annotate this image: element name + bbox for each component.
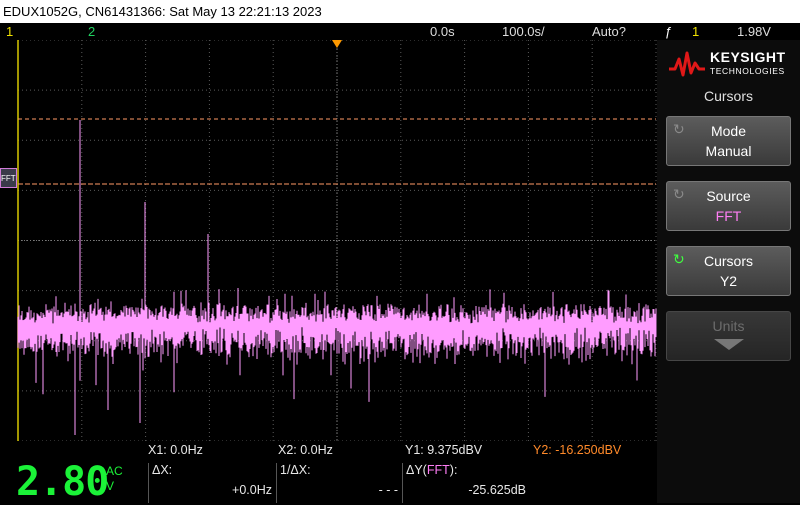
cursor-x2-readout: X2: 0.0Hz xyxy=(278,443,333,457)
waveform-graticule xyxy=(17,40,657,441)
trigger-channel: 1 xyxy=(692,24,700,39)
trigger-level: 1.98V xyxy=(737,24,771,39)
softkey-cursors-value: Y2 xyxy=(719,273,738,289)
delta-y-source: FFT xyxy=(426,463,450,477)
channel-2-indicator[interactable]: 2 xyxy=(88,23,95,40)
keysight-wave-icon xyxy=(669,51,705,77)
softkey-mode-value: Manual xyxy=(705,143,752,159)
softkey-source-value: FFT xyxy=(715,208,742,224)
horizontal-delay: 0.0s xyxy=(430,24,455,39)
brand-subtitle: TECHNOLOGIES xyxy=(710,66,785,76)
cursor-readout-bar: X1: 0.0Hz X2: 0.0Hz Y1: 9.375dBV Y2: -16… xyxy=(0,441,657,459)
softkey-source[interactable]: ↻ Source FFT xyxy=(666,181,791,231)
softkey-units-title: Units xyxy=(712,318,745,334)
delta-x-value: +0.0Hz xyxy=(232,483,272,497)
timebase-value: 100.0s/ xyxy=(502,24,545,39)
delta-x-cell: ΔX: +0.0Hz xyxy=(148,463,276,503)
keysight-logo: KEYSIGHT TECHNOLOGIES xyxy=(668,47,790,83)
fft-marker-label: FFT xyxy=(1,174,16,183)
dvm-ac-label: AC xyxy=(106,464,123,478)
delta-x-label: ΔX: xyxy=(152,463,173,477)
softkey-units[interactable]: Units xyxy=(666,311,791,361)
trigger-position-icon xyxy=(332,40,342,48)
trigger-mode: Auto? xyxy=(592,24,626,39)
delta-y-value: -25.625dB xyxy=(468,483,526,497)
channel-1-indicator[interactable]: 1 xyxy=(6,23,13,40)
cursor-x1-readout: X1: 0.0Hz xyxy=(148,443,203,457)
inv-delta-x-label: 1/ΔX: xyxy=(280,463,311,477)
waveform-display[interactable]: FFT xyxy=(0,40,657,441)
softkey-mode[interactable]: ↻ Mode Manual xyxy=(666,116,791,166)
softkey-cursors[interactable]: ↻ Cursors Y2 xyxy=(666,246,791,296)
delta-y-cell: ΔY(FFT): -25.625dB xyxy=(402,463,530,503)
softkey-cursors-title: Cursors xyxy=(703,253,753,269)
down-arrow-icon xyxy=(714,339,744,350)
trigger-edge-icon: ƒ xyxy=(665,24,673,39)
cursor-y2-readout: Y2: -16.250dBV xyxy=(533,443,622,457)
inv-delta-x-value: - - - xyxy=(378,483,398,497)
dvm-value: 2.80 xyxy=(16,459,109,505)
cursor-y1-readout: Y1: 9.375dBV xyxy=(405,443,483,457)
softkey-source-title: Source xyxy=(706,188,751,204)
menu-title: Cursors xyxy=(703,88,753,104)
delta-y-label: ΔY(FFT): xyxy=(406,463,458,477)
fft-reference-marker[interactable]: FFT xyxy=(0,168,17,188)
brand-name: KEYSIGHT xyxy=(710,49,786,65)
status-bar: 1 2 0.0s 100.0s/ Auto? ƒ 1 1.98V xyxy=(0,23,800,40)
softkey-mode-title: Mode xyxy=(710,123,747,139)
dvm-units: AC V xyxy=(106,464,123,494)
window-title: EDUX1052G, CN61431366: Sat May 13 22:21:… xyxy=(3,4,322,19)
inv-delta-x-cell: 1/ΔX: - - - xyxy=(276,463,402,503)
title-bar: EDUX1052G, CN61431366: Sat May 13 22:21:… xyxy=(0,0,800,23)
dvm-v-label: V xyxy=(106,479,115,493)
